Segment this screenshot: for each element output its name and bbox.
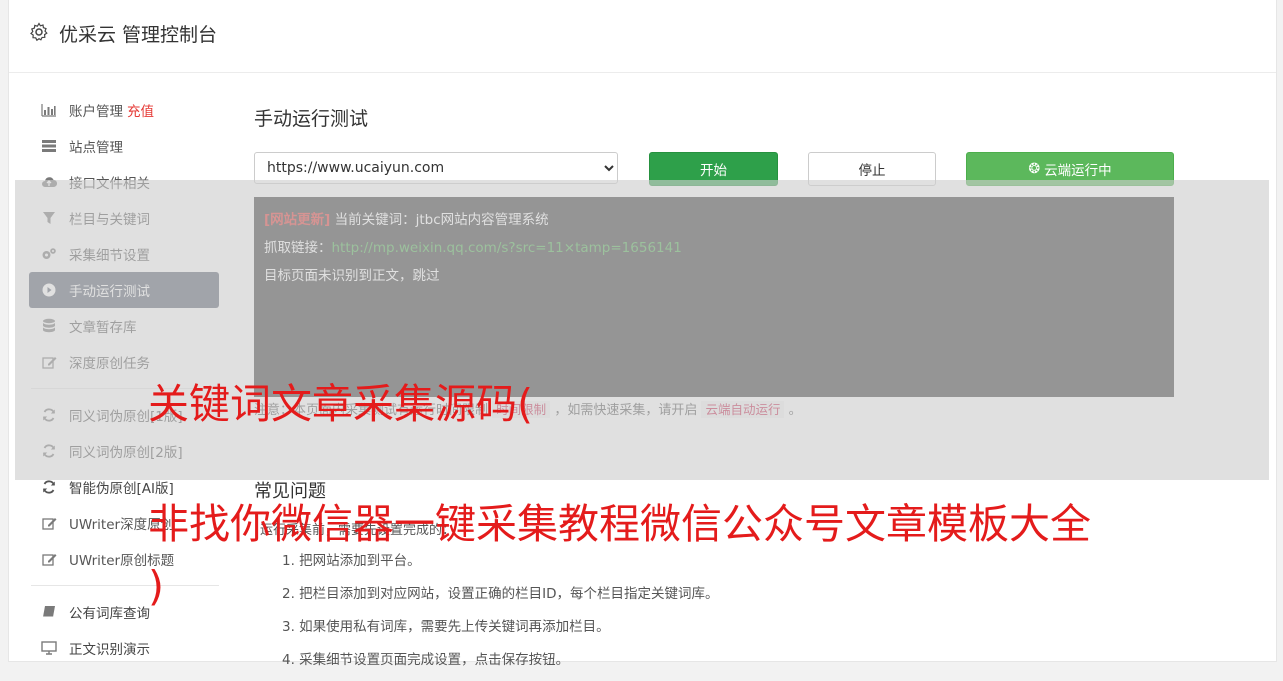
log-keyword-prefix: 当前关键词：	[334, 212, 416, 228]
faq-item: 4. 采集细节设置页面完成设置，点击保存按钮。	[282, 652, 570, 668]
edit-icon	[41, 551, 57, 567]
recharge-link[interactable]: 充值	[127, 100, 154, 120]
filter-icon	[41, 210, 57, 226]
page-title: 优采云 管理控制台	[59, 24, 218, 46]
sidebar-item-label: 智能伪原创[AI版]	[69, 481, 174, 497]
sidebar-item-label: 深度原创任务	[69, 356, 150, 372]
bar-chart-icon	[41, 102, 57, 118]
sidebar: 账户管理 充值 站点管理 接口文件相关 栏目与关键词 采集细节设置 手动运行测试…	[29, 92, 219, 666]
sidebar-item-sites[interactable]: 站点管理	[29, 128, 219, 164]
server-icon	[41, 138, 57, 154]
cloud-auto-run-link[interactable]: 云端自动运行	[701, 401, 785, 418]
faq-list: 1. 把网站添加到平台。 2. 把栏目添加到对应网站，设置正确的栏目ID，每个栏…	[282, 549, 719, 681]
database-icon	[41, 318, 57, 334]
sidebar-item-label: 采集细节设置	[69, 248, 150, 264]
faq-item: 2. 把栏目添加到对应网站，设置正确的栏目ID，每个栏目指定关键词库。	[282, 586, 719, 602]
sidebar-item-label: 公有词库查询	[69, 606, 150, 622]
cloud-upload-icon	[41, 174, 57, 190]
sidebar-item-label: 手动运行测试	[69, 284, 150, 300]
monitor-icon	[41, 640, 57, 656]
sidebar-item-synonym-v2[interactable]: 同义词伪原创[2版]	[29, 433, 219, 469]
sidebar-item-label: 文章暂存库	[69, 320, 137, 336]
sidebar-item-api-files[interactable]: 接口文件相关	[29, 164, 219, 200]
start-button[interactable]: 开始	[649, 152, 778, 186]
overlay-headline-line1: 关键词文章采集源码(	[148, 380, 533, 428]
edit-icon	[41, 515, 57, 531]
overlay-headline-line3: )	[148, 562, 164, 610]
sidebar-item-collect-settings[interactable]: 采集细节设置	[29, 236, 219, 272]
sidebar-item-deep-original-task[interactable]: 深度原创任务	[29, 344, 219, 380]
log-tag: [网站更新]	[264, 212, 331, 228]
sidebar-item-label: 账户管理	[69, 104, 123, 120]
main-panel: 优采云 管理控制台 账户管理 充值 站点管理 接口文件相关 栏目与关键词 采集细…	[8, 0, 1277, 668]
sidebar-item-account[interactable]: 账户管理 充值	[29, 92, 219, 128]
edit-icon	[41, 354, 57, 370]
log-fetch-link[interactable]: http://mp.weixin.qq.com/s?src=11×tamp=16…	[332, 240, 682, 256]
sidebar-item-public-lexicon[interactable]: 公有词库查询	[29, 594, 219, 630]
refresh-icon	[41, 479, 57, 495]
cloud-running-label: 云端运行中	[1044, 163, 1112, 179]
sidebar-item-label: 正文识别演示	[69, 642, 150, 658]
log-line: 目标页面未识别到正文，跳过	[264, 267, 1164, 295]
section-title: 手动运行测试	[254, 108, 369, 130]
sidebar-item-label: 接口文件相关	[69, 176, 150, 192]
log-line: 抓取链接：http://mp.weixin.qq.com/s?src=11×ta…	[264, 239, 1164, 267]
sidebar-item-columns-keywords[interactable]: 栏目与关键词	[29, 200, 219, 236]
gear-icon	[30, 22, 48, 42]
top-bar: 优采云 管理控制台	[9, 0, 1276, 73]
cloud-running-button[interactable]: ❂ 云端运行中	[966, 152, 1174, 186]
sidebar-divider	[31, 585, 219, 586]
sidebar-item-manual-run[interactable]: 手动运行测试	[29, 272, 219, 308]
note-middle: ，如需快速采集，请开启	[554, 403, 698, 418]
log-fetch-prefix: 抓取链接：	[264, 240, 332, 256]
overlay-headline-line2: 非找你微信器一键采集教程微信公众号文章模板大全	[148, 500, 1091, 548]
log-keyword: jtbc网站内容管理系统	[415, 212, 549, 228]
log-line: [网站更新] 当前关键词：jtbc网站内容管理系统	[264, 211, 1164, 239]
spinner-icon: ❂	[1028, 161, 1041, 177]
note-suffix: 。	[788, 403, 802, 418]
faq-item: 1. 把网站添加到平台。	[282, 553, 421, 569]
play-circle-icon	[41, 282, 57, 298]
stop-button[interactable]: 停止	[808, 152, 936, 186]
refresh-icon	[41, 443, 57, 459]
log-message: 目标页面未识别到正文，跳过	[264, 268, 440, 284]
sidebar-item-label: 站点管理	[69, 140, 123, 156]
book-icon	[41, 604, 57, 620]
sidebar-item-label: 同义词伪原创[2版]	[69, 445, 183, 461]
log-console: [网站更新] 当前关键词：jtbc网站内容管理系统 抓取链接：http://mp…	[254, 197, 1174, 397]
sidebar-item-label: 栏目与关键词	[69, 212, 150, 228]
faq-item: 3. 如果使用私有词库，需要先上传关键词再添加栏目。	[282, 619, 610, 635]
sidebar-item-article-storage[interactable]: 文章暂存库	[29, 308, 219, 344]
cogs-icon	[41, 246, 57, 262]
refresh-icon	[41, 407, 57, 423]
site-url-select[interactable]: https://www.ucaiyun.com	[254, 152, 618, 184]
